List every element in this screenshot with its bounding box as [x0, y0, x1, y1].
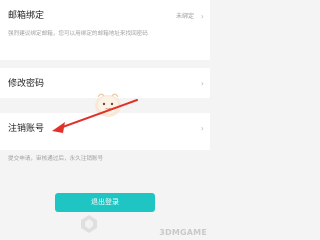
mascot-icon [95, 93, 121, 117]
chevron-right-icon: › [200, 124, 204, 133]
chevron-right-icon: › [200, 12, 204, 21]
watermark-logo-icon [81, 215, 97, 233]
change-password-title: 修改密码 [8, 79, 45, 89]
logout-button[interactable]: 退出登录 [55, 193, 155, 212]
cancel-account-title: 注销账号 [8, 124, 45, 134]
chevron-right-icon: › [200, 79, 204, 88]
email-status: 未绑定 [175, 13, 194, 20]
cancel-account-desc: 提交申请，审核通过后，永久注销账号 [8, 156, 104, 162]
email-binding-title: 邮箱绑定 [8, 11, 45, 21]
watermark: 3DMGAME [159, 228, 207, 237]
email-binding-row[interactable]: 邮箱绑定 未绑定 › 强烈建议绑定邮箱，您可以用绑定的邮箱地址来找回密码 [0, 0, 210, 60]
email-binding-desc: 强烈建议绑定邮箱，您可以用绑定的邮箱地址来找回密码 [8, 31, 148, 37]
